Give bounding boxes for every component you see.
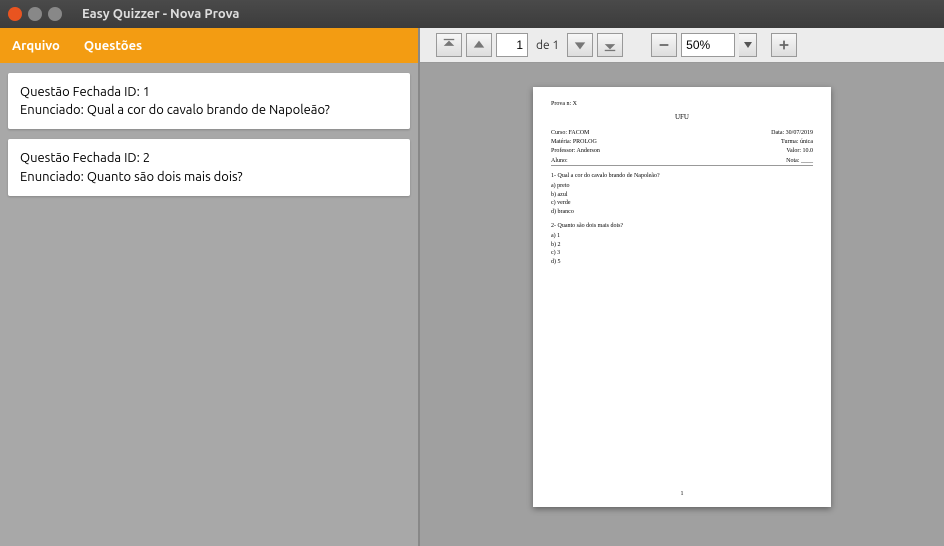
question-card[interactable]: Questão Fechada ID: 1 Enunciado: Qual a …	[8, 73, 410, 129]
first-page-button[interactable]	[436, 33, 462, 57]
titlebar: Easy Quizzer - Nova Prova	[0, 0, 944, 28]
prova-label: Prova n: X	[551, 101, 813, 107]
question-id-line: Questão Fechada ID: 2	[20, 149, 398, 167]
data: Data: 30/07/2019	[771, 129, 813, 138]
document-page: Prova n: X UFU Curso: FACOM Matéria: PRO…	[533, 87, 831, 507]
page-total-label: de 1	[536, 39, 559, 52]
window-title: Easy Quizzer - Nova Prova	[82, 7, 240, 21]
right-panel: de 1 Prova n: X UFU	[420, 28, 944, 546]
q1-opt-b: b) azul	[551, 191, 813, 199]
question-card[interactable]: Questão Fechada ID: 2 Enunciado: Quanto …	[8, 139, 410, 195]
page-number: 1	[533, 491, 831, 497]
aluno-label: Aluno:	[551, 158, 568, 164]
question-stmt-line: Enunciado: Quanto são dois mais dois?	[20, 168, 398, 186]
q1-opt-d: d) branco	[551, 208, 813, 216]
menubar: Arquivo Questões	[0, 28, 418, 63]
q2-opt-d: d) 5	[551, 258, 813, 266]
q1-opt-a: a) preto	[551, 182, 813, 190]
q1: 1- Qual a cor do cavalo brando de Napole…	[551, 172, 813, 180]
zoom-dropdown[interactable]	[739, 33, 757, 57]
preview-toolbar: de 1	[420, 28, 944, 63]
nota-label: Nota: ____	[786, 158, 813, 164]
preview-area[interactable]: Prova n: X UFU Curso: FACOM Matéria: PRO…	[420, 63, 944, 546]
prev-page-button[interactable]	[466, 33, 492, 57]
question-list: Questão Fechada ID: 1 Enunciado: Qual a …	[0, 63, 418, 206]
professor: Professor: Anderson	[551, 147, 600, 156]
page-input[interactable]	[496, 33, 528, 57]
zoom-input[interactable]	[681, 33, 735, 57]
question-stmt-line: Enunciado: Qual a cor do cavalo brando d…	[20, 101, 398, 119]
last-page-button[interactable]	[597, 33, 623, 57]
q2-opt-a: a) 1	[551, 232, 813, 240]
maximize-icon[interactable]	[48, 7, 62, 21]
materia: Matéria: PROLOG	[551, 138, 600, 147]
institution: UFU	[551, 113, 813, 121]
q2-opt-b: b) 2	[551, 241, 813, 249]
left-panel: Arquivo Questões Questão Fechada ID: 1 E…	[0, 28, 420, 546]
curso: Curso: FACOM	[551, 129, 600, 138]
zoom-in-button[interactable]	[771, 33, 797, 57]
menu-arquivo[interactable]: Arquivo	[12, 39, 60, 53]
question-id-line: Questão Fechada ID: 1	[20, 83, 398, 101]
next-page-button[interactable]	[567, 33, 593, 57]
minimize-icon[interactable]	[28, 7, 42, 21]
turma: Turma: única	[771, 138, 813, 147]
menu-questoes[interactable]: Questões	[84, 39, 142, 53]
q2: 2- Quanto são dois mais dois?	[551, 222, 813, 230]
q1-opt-c: c) verde	[551, 199, 813, 207]
zoom-out-button[interactable]	[651, 33, 677, 57]
close-icon[interactable]	[8, 7, 22, 21]
valor: Valor: 10.0	[771, 147, 813, 156]
q2-opt-c: c) 3	[551, 249, 813, 257]
q1-options: a) preto b) azul c) verde d) branco	[551, 182, 813, 216]
q2-options: a) 1 b) 2 c) 3 d) 5	[551, 232, 813, 266]
